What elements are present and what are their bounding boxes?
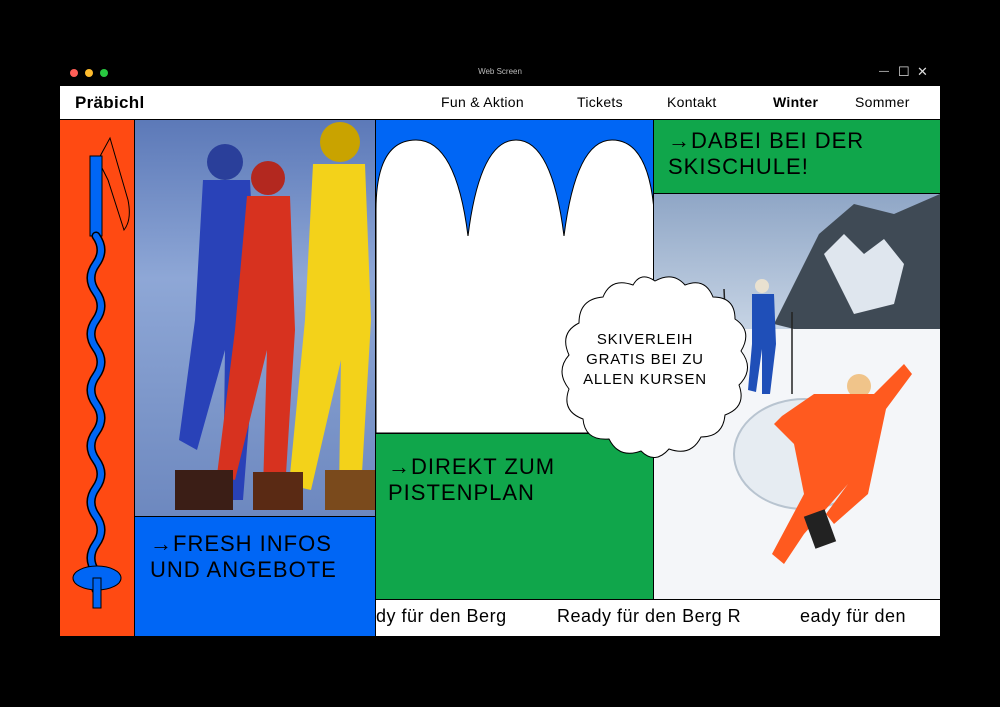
skischule-link[interactable]: →DABEI BEI DER SKISCHULE!	[668, 128, 938, 180]
ready-fuer-den-berg-ticker: dy für den Berg Ready für den Berg R ead…	[376, 599, 940, 636]
ticker-segment: dy für den Berg	[376, 606, 507, 626]
site-logo[interactable]: Präbichl	[75, 93, 144, 113]
skischule-panel[interactable]: →DABEI BEI DER SKISCHULE!	[654, 120, 940, 194]
fresh-infos-link[interactable]: →FRESH INFOS UND ANGEBOTE	[150, 531, 350, 583]
maximize-icon[interactable]: ☐	[898, 64, 910, 80]
nav-item-sommer[interactable]: Sommer	[855, 94, 910, 110]
close-icon[interactable]: ✕	[917, 64, 928, 80]
top-navigation: Präbichl Fun & Aktion Tickets Kontakt Wi…	[60, 86, 940, 120]
ticker-segment: Ready für den Berg R	[557, 606, 742, 626]
ski-pole-strip	[60, 120, 135, 636]
photo-ski-suits	[135, 120, 376, 516]
nav-item-winter[interactable]: Winter	[773, 94, 818, 110]
nav-item-kontakt[interactable]: Kontakt	[667, 94, 717, 110]
skiverleih-badge-text: SKIVERLEIH GRATIS BEI ZU ALLEN KURSEN	[583, 331, 707, 388]
nav-item-tickets[interactable]: Tickets	[577, 94, 623, 110]
ski-pole-icon	[72, 136, 130, 609]
ticker-segment: eady für den	[800, 606, 907, 626]
minimize-icon[interactable]: —	[879, 64, 889, 80]
nav-item-fun-aktion[interactable]: Fun & Aktion	[441, 94, 524, 110]
web-page: Präbichl Fun & Aktion Tickets Kontakt Wi…	[60, 86, 940, 636]
window-title: Web Screen	[478, 67, 522, 76]
fresh-infos-panel[interactable]: →FRESH INFOS UND ANGEBOTE	[135, 516, 376, 636]
